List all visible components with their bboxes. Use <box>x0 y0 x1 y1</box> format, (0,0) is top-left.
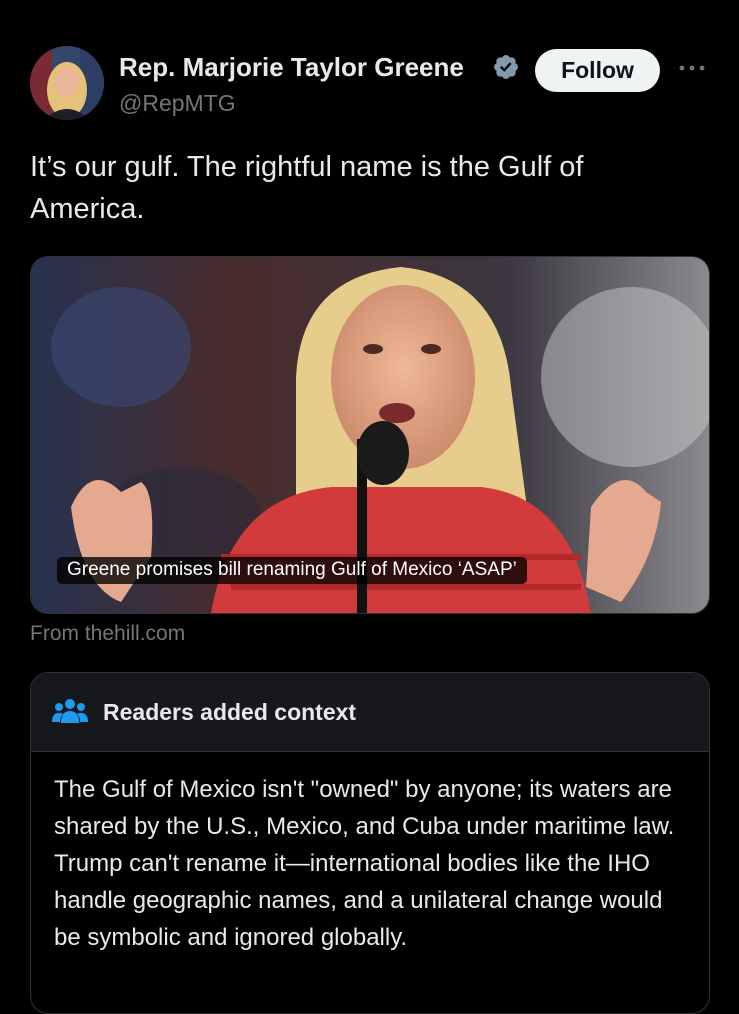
community-note-header: Readers added context <box>31 673 709 752</box>
link-card[interactable]: Greene promises bill renaming Gulf of Me… <box>30 256 710 614</box>
follow-button[interactable]: Follow <box>535 49 660 92</box>
community-note-body: The Gulf of Mexico isn't "owned" by anyo… <box>54 776 675 951</box>
author-name[interactable]: Rep. Marjorie Taylor Greene <box>119 52 464 83</box>
avatar-image <box>30 46 104 120</box>
more-options-icon[interactable] <box>676 54 708 82</box>
community-note-title: Readers added context <box>103 699 357 725</box>
author-avatar[interactable] <box>30 46 104 120</box>
post-header: Rep. Marjorie Taylor Greene @RepMTG Foll… <box>30 44 710 124</box>
author-handle[interactable]: @RepMTG <box>119 90 236 117</box>
people-group-icon <box>52 699 88 723</box>
link-source[interactable]: From thehill.com <box>30 622 185 646</box>
community-note: Readers added context The Gulf of Mexico… <box>30 672 710 1014</box>
link-card-headline: Greene promises bill renaming Gulf of Me… <box>57 557 527 584</box>
verified-badge-icon <box>494 55 518 79</box>
post-text: It’s our gulf. The rightful name is the … <box>30 151 584 225</box>
